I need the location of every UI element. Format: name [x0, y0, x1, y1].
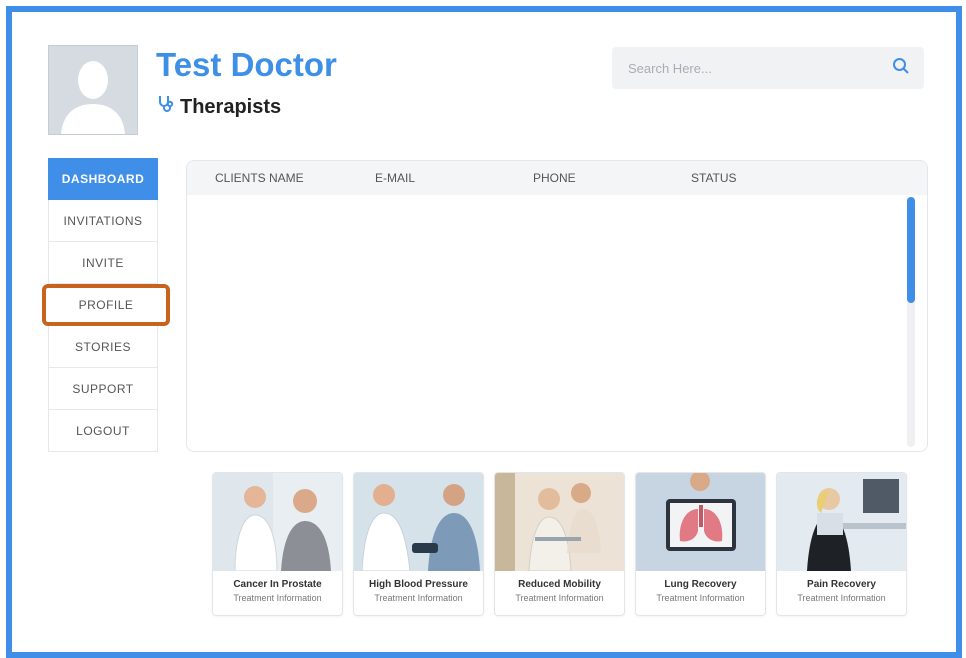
nav-item-invitations[interactable]: INVITATIONS — [48, 200, 158, 242]
role-row: Therapists — [156, 94, 281, 120]
card-title: Reduced Mobility — [518, 579, 601, 590]
treatment-card-high-blood-pressure[interactable]: High Blood Pressure Treatment Informatio… — [353, 472, 484, 616]
avatar — [48, 45, 138, 135]
sidebar-nav: DASHBOARD INVITATIONS INVITE PROFILE STO… — [42, 158, 170, 452]
nav-item-invite[interactable]: INVITE — [48, 242, 158, 284]
nav-item-dashboard[interactable]: DASHBOARD — [48, 158, 158, 200]
back-pain-photo — [777, 473, 906, 571]
card-subtitle: Treatment Information — [515, 593, 604, 603]
doctor-patient-photo — [213, 473, 342, 571]
treatment-cards: Cancer In Prostate Treatment Information… — [212, 472, 907, 616]
scrollbar-thumb[interactable] — [907, 197, 915, 303]
nav-item-stories[interactable]: STORIES — [48, 326, 158, 368]
card-subtitle: Treatment Information — [656, 593, 745, 603]
search-icon[interactable] — [892, 57, 910, 80]
clients-table: CLIENTS NAME E-MAIL PHONE STATUS — [186, 160, 928, 452]
search-box[interactable] — [612, 47, 924, 89]
app-frame: Test Doctor Therapists DASHBOARD INVITAT… — [6, 6, 962, 658]
mobility-walker-photo — [495, 473, 624, 571]
doctor-name: Test Doctor — [156, 46, 337, 83]
column-header-email[interactable]: E-MAIL — [375, 171, 415, 185]
treatment-card-reduced-mobility[interactable]: Reduced Mobility Treatment Information — [494, 472, 625, 616]
table-scrollbar[interactable] — [907, 197, 915, 447]
column-header-clients-name[interactable]: CLIENTS NAME — [215, 171, 304, 185]
user-silhouette-icon — [49, 46, 137, 134]
treatment-card-cancer-prostate[interactable]: Cancer In Prostate Treatment Information — [212, 472, 343, 616]
column-header-phone[interactable]: PHONE — [533, 171, 576, 185]
role-label: Therapists — [180, 95, 282, 118]
card-subtitle: Treatment Information — [233, 593, 322, 603]
nav-item-logout[interactable]: LOGOUT — [48, 410, 158, 452]
card-title: Pain Recovery — [807, 579, 876, 590]
table-header: CLIENTS NAME E-MAIL PHONE STATUS — [187, 161, 927, 195]
blood-pressure-photo — [354, 473, 483, 571]
nav-item-profile[interactable]: PROFILE — [42, 284, 170, 326]
card-title: High Blood Pressure — [369, 579, 468, 590]
card-title: Lung Recovery — [664, 579, 737, 590]
card-title: Cancer In Prostate — [233, 579, 322, 590]
card-subtitle: Treatment Information — [374, 593, 463, 603]
column-header-status[interactable]: STATUS — [691, 171, 737, 185]
treatment-card-pain-recovery[interactable]: Pain Recovery Treatment Information — [776, 472, 907, 616]
card-subtitle: Treatment Information — [797, 593, 886, 603]
stethoscope-icon — [156, 94, 176, 120]
nav-item-support[interactable]: SUPPORT — [48, 368, 158, 410]
lungs-tablet-photo — [636, 473, 765, 571]
treatment-card-lung-recovery[interactable]: Lung Recovery Treatment Information — [635, 472, 766, 616]
search-input[interactable] — [626, 59, 850, 77]
